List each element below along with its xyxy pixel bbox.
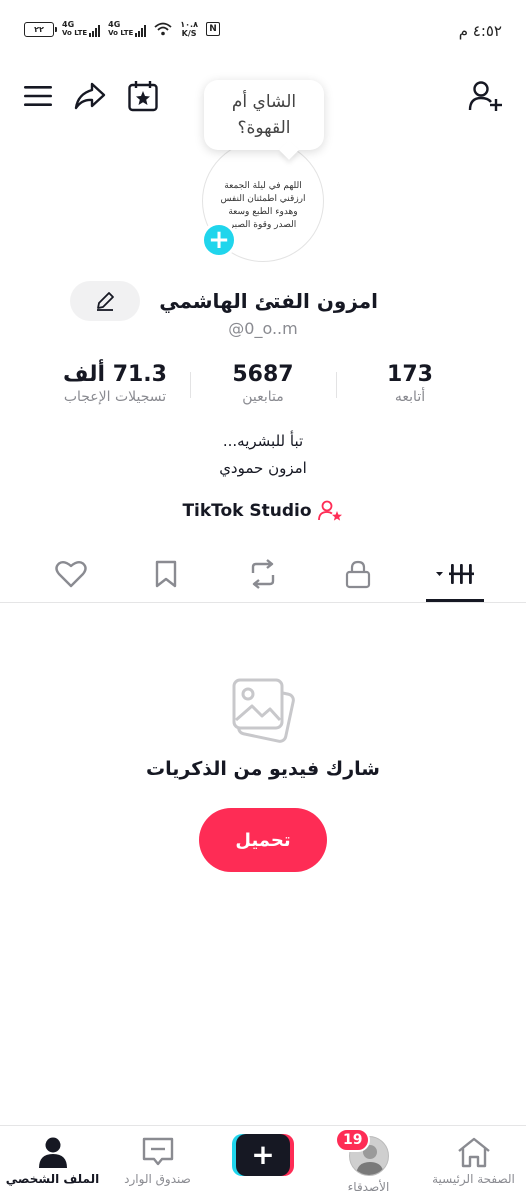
- creator-star-icon: [317, 500, 342, 521]
- nfc-icon: N: [205, 22, 220, 36]
- note-text: الشاي أم القهوة؟: [231, 92, 297, 138]
- following-label: أتابعه: [394, 389, 426, 405]
- share-icon[interactable]: [72, 78, 108, 114]
- bio-line-2: امزون حمودي: [219, 459, 307, 477]
- followers-label: متابعين: [242, 389, 284, 405]
- wifi-icon: [154, 22, 172, 36]
- note-bubble[interactable]: الشاي أم القهوة؟: [204, 80, 324, 150]
- friends-notification-badge: 19: [335, 1128, 371, 1152]
- status-icons: ٢٢ 4G Vo LTE 4G Vo LTE ١٠.٨ K/S N: [24, 20, 220, 38]
- battery-icon: ٢٢: [24, 21, 57, 37]
- bio-line-1: تبأ للبشريه...: [222, 432, 304, 450]
- tab-favorites[interactable]: [136, 548, 196, 600]
- nav-profile-label: الملف الشخصي: [5, 1172, 100, 1186]
- nav-inbox[interactable]: صندوق الوارد: [105, 1126, 210, 1198]
- tab-videos[interactable]: [425, 548, 485, 600]
- clock: ٤:٥٢ م: [458, 22, 502, 40]
- profile-icon: [38, 1137, 67, 1168]
- network-speed: ١٠.٨ K/S: [180, 20, 198, 38]
- plus-icon: +: [236, 1134, 290, 1176]
- add-avatar-plus-icon[interactable]: +: [201, 222, 237, 258]
- calendar-star-icon[interactable]: [125, 78, 161, 114]
- hamburger-menu-icon[interactable]: [20, 78, 56, 114]
- pencil-icon: [97, 292, 114, 311]
- signal-2: 4G Vo LTE: [108, 20, 147, 37]
- likes-count: 71.3 ألف: [63, 362, 167, 387]
- signal-1: 4G Vo LTE: [62, 20, 101, 37]
- tiktok-studio-link[interactable]: TikTok Studio: [0, 500, 526, 522]
- nav-home-label: الصفحة الرئيسية: [432, 1172, 515, 1186]
- active-tab-indicator: [426, 599, 484, 602]
- likes-label: تسجيلات الإعجاب: [63, 389, 167, 405]
- home-icon: [457, 1137, 490, 1168]
- repost-icon: [251, 559, 275, 589]
- avatar-text: اللهم في ليلة الجمعة ارزقني اطمئنان النف…: [220, 181, 306, 230]
- heart-icon: [55, 561, 87, 588]
- following-count: 173: [387, 362, 433, 387]
- tab-private[interactable]: [328, 548, 388, 600]
- profile-name: امزون الفتئ الهاشمي: [159, 289, 378, 313]
- add-friend-icon[interactable]: [468, 78, 504, 114]
- profile-bio: تبأ للبشريه... امزون حمودي: [0, 428, 526, 482]
- profile-name-row[interactable]: امزون الفتئ الهاشمي: [158, 283, 378, 319]
- upload-button[interactable]: تحميل: [199, 808, 327, 872]
- profile-tabs: [0, 548, 526, 603]
- speed-value: ١٠.٨: [180, 20, 198, 29]
- status-bar: ٢٢ 4G Vo LTE 4G Vo LTE ١٠.٨ K/S N ٤:٥٢ م: [0, 0, 526, 64]
- bookmark-icon: [155, 560, 177, 588]
- stat-divider: [190, 372, 191, 398]
- empty-state-title: شارك فيديو من الذكريات: [146, 758, 380, 780]
- create-button[interactable]: +: [232, 1134, 294, 1176]
- inbox-icon: [142, 1137, 173, 1166]
- battery-level: ٢٢: [34, 24, 44, 34]
- stat-likes[interactable]: 71.3 ألف تسجيلات الإعجاب: [40, 362, 190, 405]
- lock-icon: [345, 560, 371, 589]
- speed-unit: K/S: [181, 29, 197, 38]
- nav-home[interactable]: الصفحة الرئيسية: [421, 1126, 526, 1198]
- grid-icon: [436, 564, 474, 584]
- network-sub-1: Vo LTE: [62, 29, 88, 37]
- tab-reposts[interactable]: [233, 548, 293, 600]
- edit-profile-button[interactable]: [70, 281, 140, 321]
- nav-friends-label: الأصدقاء: [347, 1180, 390, 1194]
- nfc-label: N: [209, 24, 217, 34]
- tab-liked[interactable]: [41, 548, 101, 600]
- studio-label: TikTok Studio: [182, 501, 312, 521]
- nav-inbox-label: صندوق الوارد: [124, 1172, 191, 1186]
- signal-bars-icon: [135, 25, 147, 37]
- network-sub-2: Vo LTE: [108, 29, 134, 37]
- photo-memories-icon: [232, 678, 295, 743]
- network-type-1: 4G: [62, 20, 75, 29]
- nav-profile[interactable]: الملف الشخصي: [0, 1126, 105, 1198]
- signal-bars-icon: [89, 25, 101, 37]
- stat-following[interactable]: 173 أتابعه: [335, 362, 485, 405]
- stat-followers[interactable]: 5687 متابعين: [188, 362, 338, 405]
- profile-handle: @0_o..m: [228, 319, 298, 338]
- followers-count: 5687: [232, 362, 294, 387]
- network-type-2: 4G: [108, 20, 121, 29]
